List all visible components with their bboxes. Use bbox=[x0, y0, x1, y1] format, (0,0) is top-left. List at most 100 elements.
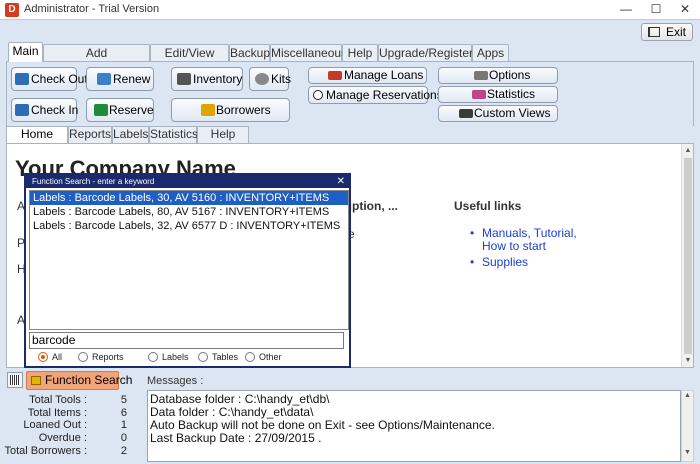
filter-label: Labels bbox=[162, 352, 189, 362]
tab-home-page[interactable]: Home Page bbox=[6, 126, 68, 156]
check-in-icon bbox=[15, 104, 29, 116]
statistics-button[interactable]: Statistics bbox=[438, 86, 558, 103]
barcode-scanner-button[interactable] bbox=[7, 372, 23, 388]
stat-value: 0 bbox=[120, 432, 127, 444]
useful-links-heading: Useful links bbox=[454, 199, 522, 213]
radio-selected-icon bbox=[38, 352, 48, 362]
useful-links-list: Manuals, Tutorial, How to start Supplies bbox=[470, 227, 600, 272]
stat-row: Total Borrowers : 2 bbox=[0, 445, 135, 457]
link-manuals[interactable]: Manuals, Tutorial, How to start bbox=[470, 227, 600, 253]
messages-label: Messages : bbox=[147, 375, 204, 387]
search-result-item[interactable]: Labels : Barcode Labels, 30, AV 5160 : I… bbox=[30, 191, 348, 205]
dialog-title-text: Function Search - enter a keyword bbox=[32, 177, 155, 186]
filter-label: Tables bbox=[212, 352, 239, 362]
messages-box: Database folder : C:\handy_et\db\ Data f… bbox=[147, 390, 681, 462]
barcode-icon bbox=[10, 375, 20, 385]
manage-loans-label: Manage Loans bbox=[344, 68, 424, 82]
scroll-down-icon[interactable]: ▼ bbox=[682, 449, 693, 456]
tab-main[interactable]: Main bbox=[8, 42, 43, 62]
radio-icon bbox=[78, 352, 88, 362]
tab-miscellaneous[interactable]: Miscellaneous bbox=[270, 44, 347, 62]
close-window-button[interactable]: ✕ bbox=[670, 0, 700, 20]
scroll-thumb[interactable] bbox=[684, 158, 692, 354]
stat-label: Total Items : bbox=[27, 407, 87, 419]
tab-apps[interactable]: Apps bbox=[472, 44, 509, 62]
tab-statistics[interactable]: Statistics bbox=[149, 126, 198, 143]
tab-backup[interactable]: Backup bbox=[229, 44, 270, 62]
filter-label: All bbox=[52, 352, 63, 362]
function-search-dialog: Function Search - enter a keyword ✕ Labe… bbox=[24, 173, 351, 368]
manage-loans-icon bbox=[328, 71, 342, 80]
statistics-label: Statistics bbox=[487, 87, 536, 101]
inventory-icon bbox=[177, 73, 191, 85]
search-result-item[interactable]: Labels : Barcode Labels, 80, AV 5167 : I… bbox=[30, 205, 348, 219]
link-supplies[interactable]: Supplies bbox=[470, 256, 600, 270]
minimize-button[interactable]: — bbox=[611, 0, 641, 20]
status-area: Function Search Messages : Total Tools :… bbox=[0, 369, 700, 464]
tab-help-links[interactable]: Help Links bbox=[197, 126, 249, 156]
stat-value: 6 bbox=[120, 407, 127, 419]
radio-icon bbox=[148, 352, 158, 362]
stat-label: Loaned Out : bbox=[23, 419, 87, 431]
folder-search-icon bbox=[31, 376, 41, 385]
app-logo-icon: D bbox=[5, 3, 19, 17]
message-line: Last Backup Date : 27/09/2015 . bbox=[150, 431, 322, 445]
manage-loans-button[interactable]: Manage Loans bbox=[308, 67, 427, 84]
messages-scrollbar[interactable]: ▲ ▼ bbox=[681, 390, 694, 462]
check-out-button[interactable]: Check Out bbox=[11, 67, 88, 91]
scroll-up-icon[interactable]: ▲ bbox=[682, 144, 693, 157]
exit-button[interactable]: Exit bbox=[641, 23, 693, 41]
custom-views-button[interactable]: Custom Views bbox=[438, 105, 558, 122]
borrowers-button[interactable]: Borrowers bbox=[171, 98, 290, 122]
tab-help[interactable]: Help bbox=[342, 44, 378, 62]
radio-icon bbox=[198, 352, 208, 362]
filter-label: Reports bbox=[92, 352, 124, 362]
stat-value: 5 bbox=[120, 394, 127, 406]
tab-edit-view-table[interactable]: Edit/View Table bbox=[150, 44, 229, 76]
tab-labels[interactable]: Labels bbox=[112, 126, 149, 143]
stat-row: Overdue : 0 bbox=[0, 432, 135, 444]
dialog-close-button[interactable]: ✕ bbox=[337, 175, 345, 188]
statistics-summary: Total Tools : 5 Total Items : 6 Loaned O… bbox=[0, 392, 135, 462]
check-in-label: Check In bbox=[31, 103, 79, 117]
kits-button[interactable]: Kits bbox=[249, 67, 291, 91]
kits-icon bbox=[255, 73, 269, 85]
check-in-button[interactable]: Check In bbox=[11, 98, 79, 122]
search-input[interactable]: barcode bbox=[29, 332, 344, 349]
maximize-button[interactable]: ☐ bbox=[641, 0, 671, 20]
renew-label: Renew bbox=[113, 72, 151, 86]
tab-reports[interactable]: Reports bbox=[68, 126, 112, 143]
title-bar: D Administrator - Trial Version — ☐ ✕ bbox=[0, 0, 700, 20]
options-label: Options bbox=[489, 68, 531, 82]
main-ribbon: Exit Main Add Items/Borrowers Edit/View … bbox=[0, 20, 700, 145]
borrowers-icon bbox=[201, 104, 215, 116]
renew-button[interactable]: Renew bbox=[86, 67, 154, 91]
check-out-label: Check Out bbox=[31, 72, 88, 86]
dialog-title: Function Search - enter a keyword ✕ bbox=[26, 175, 349, 188]
inventory-button[interactable]: Inventory bbox=[171, 67, 243, 91]
manage-reservations-label: Manage Reservations bbox=[326, 88, 443, 102]
check-out-icon bbox=[15, 73, 29, 85]
renew-icon bbox=[97, 73, 111, 85]
options-button[interactable]: Options bbox=[438, 67, 558, 84]
clock-icon bbox=[313, 90, 323, 100]
stat-label: Total Tools : bbox=[29, 394, 87, 406]
scroll-down-icon[interactable]: ▼ bbox=[682, 354, 693, 367]
reserve-button[interactable]: Reserve bbox=[86, 98, 154, 122]
tab-upgrade-register[interactable]: Upgrade/Register bbox=[378, 44, 473, 62]
manage-reservations-button[interactable]: Manage Reservations bbox=[308, 86, 443, 104]
home-scrollbar[interactable]: ▲ ▼ bbox=[681, 144, 693, 367]
search-result-item[interactable]: Labels : Barcode Labels, 32, AV 6577 D :… bbox=[30, 219, 348, 233]
tab-add-items-borrowers[interactable]: Add Items/Borrowers bbox=[43, 44, 150, 76]
scroll-up-icon[interactable]: ▲ bbox=[682, 392, 693, 399]
inventory-label: Inventory bbox=[193, 72, 243, 86]
filter-label: Other bbox=[259, 352, 282, 362]
stat-label: Total Borrowers : bbox=[4, 445, 87, 457]
custom-views-label: Custom Views bbox=[474, 106, 551, 120]
function-search-button[interactable]: Function Search bbox=[26, 371, 132, 390]
borrowers-label: Borrowers bbox=[216, 103, 271, 117]
home-text-fragment: ription, ... bbox=[344, 199, 398, 213]
custom-views-icon bbox=[459, 109, 473, 118]
home-tab-strip: Home Page Reports Labels Statistics Help… bbox=[0, 126, 700, 156]
stat-row: Total Items : 6 bbox=[0, 407, 135, 419]
